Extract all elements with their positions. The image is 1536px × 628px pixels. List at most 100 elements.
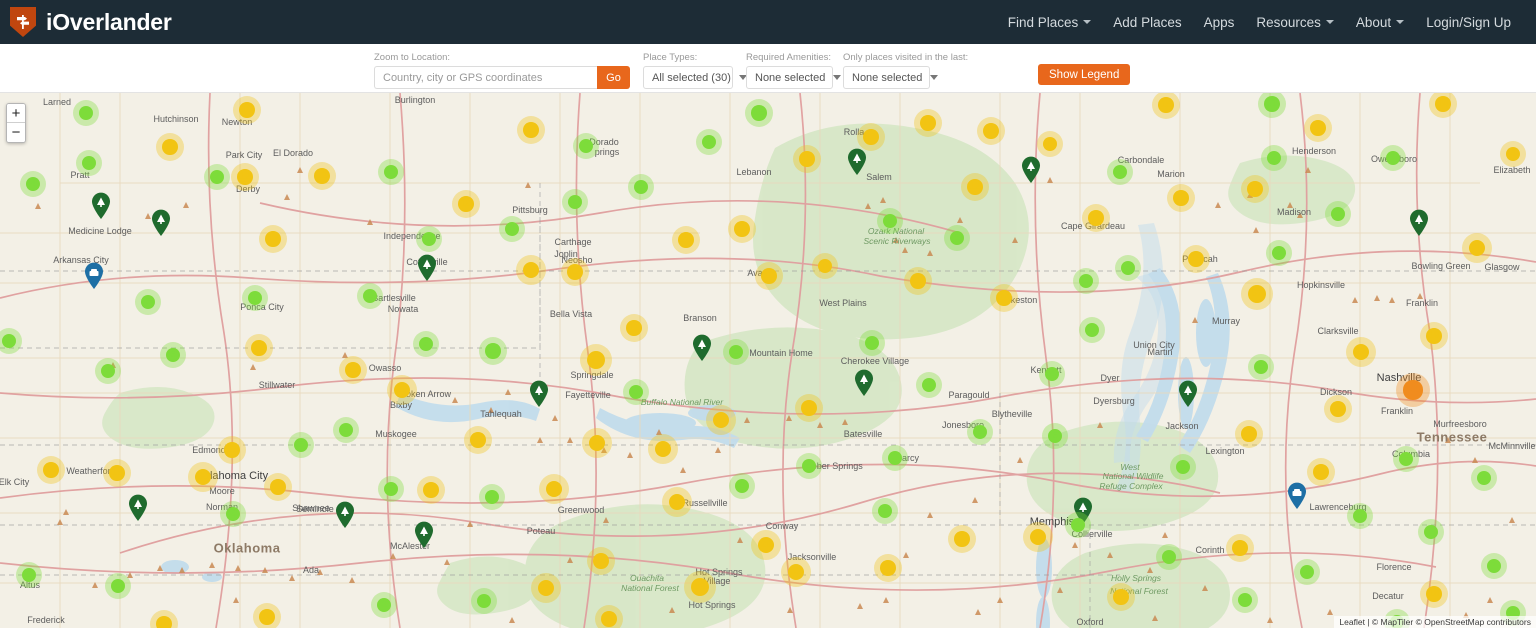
visited-in-last-select[interactable]: None selected [843, 66, 930, 89]
cluster-marker[interactable]: 9 [242, 285, 268, 311]
cluster-marker[interactable]: 11 [479, 337, 507, 365]
cluster-marker[interactable]: 9 [1037, 131, 1063, 157]
cluster-marker[interactable]: 8 [812, 253, 838, 279]
cluster-marker[interactable]: 5 [1347, 503, 1373, 529]
go-button[interactable]: Go [597, 66, 630, 89]
cluster-marker[interactable]: 10 [452, 190, 480, 218]
cluster-marker[interactable]: 20 [1167, 184, 1195, 212]
cluster-marker[interactable]: 7 [1380, 145, 1406, 171]
nav-item-about[interactable]: About [1345, 9, 1415, 36]
campsite-pin-icon[interactable] [854, 369, 874, 396]
wild-camping-pin-icon[interactable] [84, 262, 104, 289]
cluster-marker[interactable]: 20 [672, 226, 700, 254]
cluster-marker[interactable]: 2 [562, 189, 588, 215]
cluster-marker[interactable]: 12 [231, 163, 259, 191]
cluster-marker[interactable]: 3 [729, 473, 755, 499]
nav-item-apps[interactable]: Apps [1193, 9, 1246, 36]
cluster-marker[interactable]: 20 [874, 554, 902, 582]
cluster-marker[interactable]: 15 [1226, 534, 1254, 562]
cluster-marker[interactable]: 6 [135, 289, 161, 315]
campsite-pin-icon[interactable] [151, 209, 171, 236]
cluster-marker[interactable]: 15 [1182, 245, 1210, 273]
cluster-marker[interactable]: 38 [1462, 233, 1492, 263]
cluster-marker[interactable]: 31 [662, 487, 692, 517]
cluster-marker[interactable]: 29 [751, 530, 781, 560]
cluster-marker[interactable]: 43 [648, 434, 678, 464]
cluster-marker[interactable]: 6 [413, 331, 439, 357]
cluster-marker[interactable]: 3 [882, 445, 908, 471]
cluster-marker[interactable]: 6 [378, 476, 404, 502]
brand-logo[interactable]: iOverlander [0, 7, 172, 37]
cluster-marker[interactable]: 35 [706, 405, 736, 435]
nav-item-resources[interactable]: Resources [1245, 9, 1345, 36]
cluster-marker[interactable]: 26 [539, 474, 569, 504]
cluster-marker[interactable]: 109 [1396, 373, 1430, 407]
cluster-marker[interactable]: 5 [628, 174, 654, 200]
map-attribution[interactable]: Leaflet | © MapTiler © OpenStreetMap con… [1334, 616, 1536, 628]
cluster-marker[interactable]: 7 [479, 484, 505, 510]
cluster-marker[interactable]: 5 [1232, 587, 1258, 613]
cluster-marker[interactable]: 12 [264, 473, 292, 501]
cluster-marker[interactable]: 14 [795, 394, 823, 422]
cluster-marker[interactable]: 7 [73, 100, 99, 126]
cluster-marker[interactable]: 16 [1235, 420, 1263, 448]
cluster-marker[interactable]: 5 [16, 562, 42, 588]
campsite-pin-icon[interactable] [847, 148, 867, 175]
cluster-marker[interactable]: 10 [1082, 204, 1110, 232]
cluster-marker[interactable]: 15 [253, 603, 281, 628]
cluster-marker[interactable]: 14 [1304, 114, 1332, 142]
cluster-marker[interactable]: 9 [1294, 559, 1320, 585]
cluster-marker[interactable]: 12 [961, 173, 989, 201]
cluster-marker[interactable]: 20 [990, 284, 1018, 312]
cluster-marker[interactable]: 3 [499, 216, 525, 242]
cluster-marker[interactable]: 4 [1471, 465, 1497, 491]
cluster-marker[interactable]: 21 [464, 426, 492, 454]
cluster-marker[interactable]: 77 [580, 344, 612, 376]
cluster-marker[interactable]: 2 [872, 498, 898, 524]
cluster-marker[interactable]: 12 [259, 225, 287, 253]
campsite-pin-icon[interactable] [692, 334, 712, 361]
cluster-marker[interactable]: 11 [620, 314, 648, 342]
cluster-marker[interactable]: 12 [1241, 175, 1269, 203]
cluster-marker[interactable]: 8 [1065, 512, 1091, 538]
nav-item-add-places[interactable]: Add Places [1102, 9, 1192, 36]
cluster-marker[interactable]: 6 [1042, 423, 1068, 449]
cluster-marker[interactable]: 2 [95, 358, 121, 384]
campsite-pin-icon[interactable] [414, 521, 434, 548]
cluster-marker[interactable]: 3 [1079, 317, 1105, 343]
cluster-marker[interactable]: 32 [1023, 522, 1053, 552]
zoom-in-button[interactable]: + [7, 104, 25, 123]
cluster-marker[interactable]: 30 [188, 462, 218, 492]
cluster-marker[interactable]: 10 [517, 116, 545, 144]
cluster-marker[interactable]: 6 [333, 417, 359, 443]
cluster-marker[interactable]: 2 [1156, 544, 1182, 570]
cluster-marker[interactable]: 13 [417, 476, 445, 504]
nav-item-find-places[interactable]: Find Places [997, 9, 1103, 36]
cluster-marker[interactable]: 9 [416, 226, 442, 252]
campsite-pin-icon[interactable] [1409, 209, 1429, 236]
cluster-marker[interactable]: 21 [595, 605, 623, 628]
cluster-marker[interactable]: 14 [1324, 395, 1352, 423]
cluster-marker[interactable]: 3 [623, 379, 649, 405]
cluster-marker[interactable]: 2 [1261, 145, 1287, 171]
cluster-marker[interactable]: 3 [1418, 519, 1444, 545]
cluster-marker[interactable]: 18 [1420, 580, 1448, 608]
cluster-marker[interactable]: 9 [696, 129, 722, 155]
cluster-marker[interactable]: 12 [339, 356, 367, 384]
campsite-pin-icon[interactable] [1178, 380, 1198, 407]
cluster-marker[interactable]: 8 [796, 453, 822, 479]
show-legend-button[interactable]: Show Legend [1038, 64, 1130, 85]
cluster-marker[interactable]: 6 [877, 208, 903, 234]
cluster-marker[interactable]: 11 [1307, 458, 1335, 486]
cluster-marker[interactable]: 5 [944, 225, 970, 251]
cluster-marker[interactable]: 6 [1393, 446, 1419, 472]
campsite-pin-icon[interactable] [417, 254, 437, 281]
cluster-marker[interactable]: 8 [105, 573, 131, 599]
cluster-marker[interactable]: 9 [220, 501, 246, 527]
cluster-marker[interactable]: 26 [531, 573, 561, 603]
cluster-marker[interactable]: 12 [308, 162, 336, 190]
cluster-marker[interactable]: 13 [728, 215, 756, 243]
cluster-marker[interactable]: 6 [288, 432, 314, 458]
place-types-select[interactable]: All selected (30) [643, 66, 733, 89]
cluster-marker[interactable]: 57 [1241, 278, 1273, 310]
